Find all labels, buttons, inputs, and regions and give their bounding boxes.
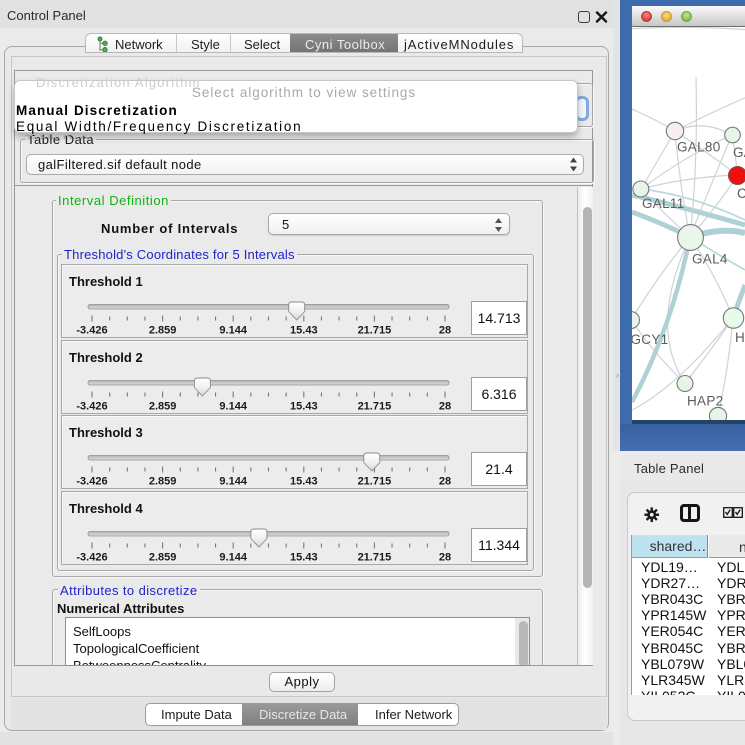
svg-text:28: 28 [439,551,451,563]
svg-text:2.859: 2.859 [149,400,177,412]
svg-text:28: 28 [439,325,451,337]
svg-text:15.43: 15.43 [290,551,318,563]
svg-text:GAL4: GAL4 [692,252,728,267]
svg-text:28: 28 [439,400,451,412]
svg-text:HAP2: HAP2 [687,394,723,409]
svg-text:9.144: 9.144 [219,551,247,563]
svg-text:GAL80: GAL80 [677,140,721,155]
svg-text:28: 28 [439,476,451,488]
svg-text:2.859: 2.859 [149,325,177,337]
svg-text:2.859: 2.859 [149,551,177,563]
svg-text:21.715: 21.715 [358,551,392,563]
svg-text:15.43: 15.43 [290,476,318,488]
svg-text:9.144: 9.144 [219,476,247,488]
svg-text:15.43: 15.43 [290,325,318,337]
svg-text:-3.426: -3.426 [76,476,107,488]
svg-text:15.43: 15.43 [290,400,318,412]
svg-text:C: C [737,186,745,201]
svg-text:9.144: 9.144 [219,400,247,412]
svg-text:GCY1: GCY1 [632,332,668,347]
svg-text:21.715: 21.715 [358,476,392,488]
svg-text:-3.426: -3.426 [76,551,107,563]
svg-text:H: H [735,330,745,345]
svg-text:-3.426: -3.426 [76,325,107,337]
svg-text:-3.426: -3.426 [76,400,107,412]
svg-text:GAL11: GAL11 [642,196,685,211]
svg-text:9.144: 9.144 [219,325,247,337]
svg-text:21.715: 21.715 [358,400,392,412]
svg-text:2.859: 2.859 [149,476,177,488]
svg-text:21.715: 21.715 [358,325,392,337]
svg-text:GA: GA [733,145,745,160]
